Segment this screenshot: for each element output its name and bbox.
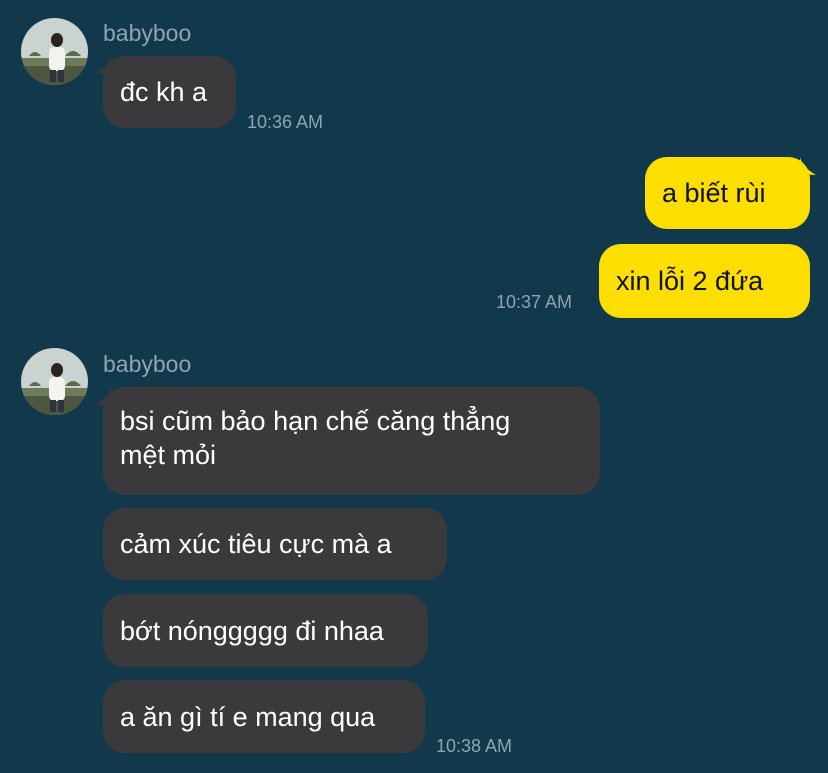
avatar[interactable] xyxy=(21,18,88,85)
message-bubble[interactable]: a ăn gì tí e mang qua xyxy=(103,680,425,753)
sender-name: babyboo xyxy=(103,20,192,46)
message-bubble[interactable]: xin lỗi 2 đứa xyxy=(599,244,810,318)
message-bubble[interactable]: cảm xúc tiêu cực mà a xyxy=(103,508,447,580)
bubble-tail xyxy=(800,157,816,175)
message-timestamp: 10:37 AM xyxy=(496,292,573,312)
avatar-photo-icon xyxy=(21,18,88,85)
avatar-photo-icon xyxy=(21,348,88,415)
message-bubble[interactable]: bớt nónggggg đi nhaa xyxy=(103,594,428,667)
sender-name: babyboo xyxy=(103,351,192,377)
message-bubble[interactable]: bsi cũm bảo hạn chế căng thẳng mệt mỏi xyxy=(103,387,600,495)
message-timestamp: 10:36 AM xyxy=(247,112,324,132)
message-bubble[interactable]: a biết rùi xyxy=(645,157,810,229)
message-bubble[interactable]: đc kh a xyxy=(103,56,236,128)
message-timestamp: 10:38 AM xyxy=(436,736,513,756)
avatar[interactable] xyxy=(21,348,88,415)
